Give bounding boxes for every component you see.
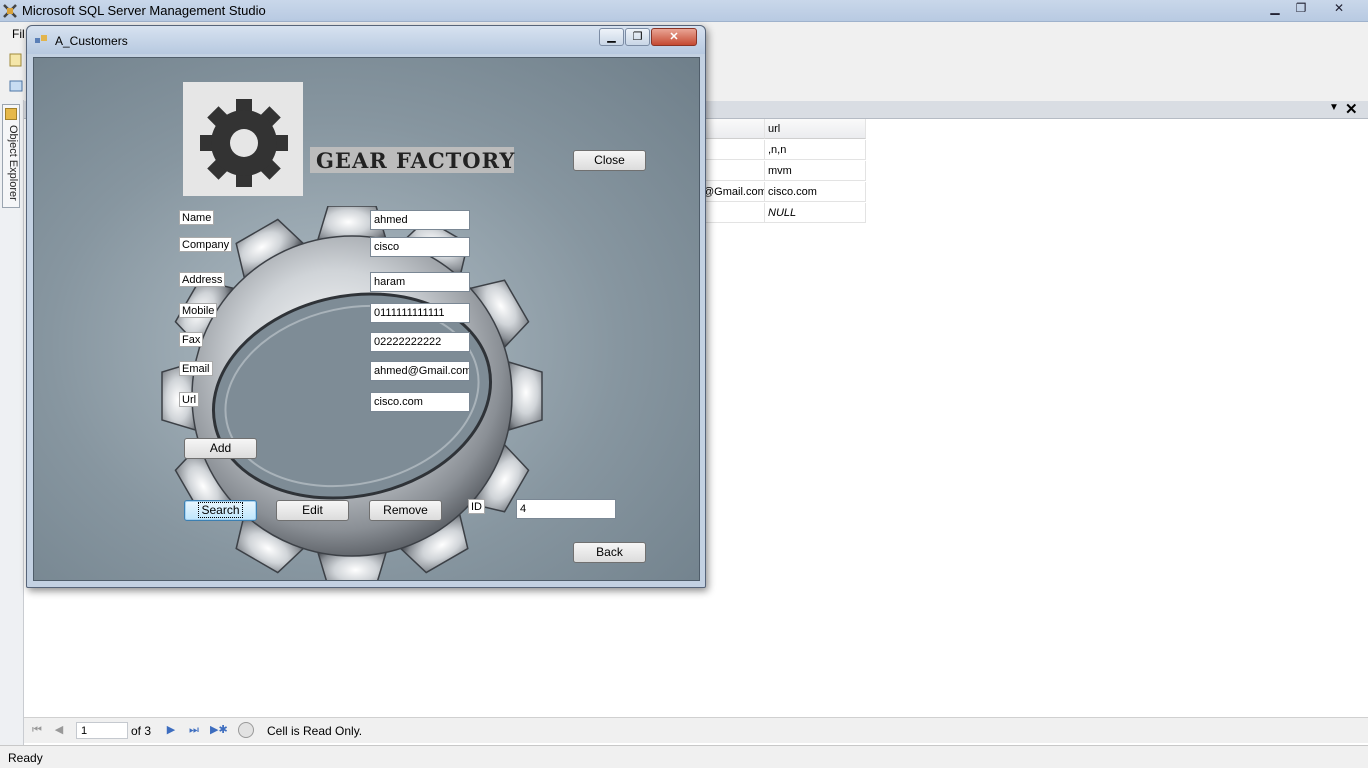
email-label: Email [179, 361, 213, 376]
fax-label: Fax [179, 332, 204, 347]
search-button-label: Search [198, 502, 243, 518]
remove-button[interactable]: Remove [369, 500, 442, 521]
email-field[interactable]: ahmed@Gmail.com [370, 361, 470, 381]
close-document-icon[interactable]: ✕ [1345, 100, 1358, 118]
previous-record-icon[interactable]: ◀ [52, 723, 66, 737]
results-navigation-bar: ⏮ ◀ 1 of 3 ▶ ⏭ ▶✱ Cell is Read Only. [24, 717, 1368, 743]
form-minimize-button[interactable]: ▁ [599, 28, 624, 46]
id-field[interactable]: 4 [516, 499, 616, 519]
company-field[interactable]: cisco [370, 237, 470, 257]
close-icon[interactable]: ✕ [1326, 1, 1352, 19]
id-label: ID [468, 499, 485, 514]
stop-icon[interactable] [238, 722, 254, 738]
form-client-area: GEAR FACTORY Close Name ahmed Company ci… [33, 57, 700, 581]
object-explorer-tab[interactable]: Object Explorer [2, 104, 20, 208]
form-title: A_Customers [55, 34, 128, 48]
ssms-title: Microsoft SQL Server Management Studio [22, 3, 266, 18]
grid-cell[interactable] [700, 161, 765, 181]
address-field[interactable]: haram [370, 272, 470, 292]
form-window-icon [35, 35, 47, 43]
next-record-icon[interactable]: ▶ [164, 723, 178, 737]
add-button[interactable]: Add [184, 438, 257, 459]
back-button[interactable]: Back [573, 542, 646, 563]
menu-file[interactable]: Fil [12, 27, 25, 41]
mobile-field[interactable]: 0111111111111 [370, 303, 470, 323]
form-close-button[interactable]: ✕ [651, 28, 697, 46]
form-title-bar[interactable]: A_Customers ▁ ❐ ✕ [27, 26, 705, 54]
edit-button[interactable]: Edit [276, 500, 349, 521]
new-record-icon[interactable]: ▶✱ [210, 723, 228, 737]
status-text: Ready [8, 751, 43, 765]
url-label: Url [179, 392, 200, 407]
object-explorer-label: Object Explorer [7, 125, 19, 201]
grid-cell[interactable]: cisco.com [765, 182, 866, 202]
brand-title: GEAR FACTORY [310, 147, 514, 173]
last-record-icon[interactable]: ⏭ [187, 723, 201, 737]
page-number-input[interactable]: 1 [76, 722, 128, 739]
grid-cell-null[interactable]: NULL [765, 203, 866, 223]
gear-logo [183, 82, 303, 196]
mobile-label: Mobile [179, 303, 218, 318]
grid-header-email[interactable] [700, 119, 765, 139]
grid-cell[interactable]: mvm [765, 161, 866, 181]
gear-icon [200, 99, 288, 187]
fax-field[interactable]: 02222222222 [370, 332, 470, 352]
status-bar: Ready [0, 745, 1368, 768]
name-label: Name [179, 210, 215, 225]
object-explorer-toolbar-icon[interactable] [8, 78, 24, 94]
new-query-icon[interactable] [8, 52, 24, 68]
grid-cell[interactable]: @Gmail.com [700, 182, 765, 202]
grid-cell[interactable]: ,n,n [765, 140, 866, 160]
ssms-app-icon [3, 4, 17, 18]
object-explorer-icon [5, 108, 17, 120]
cell-status-message: Cell is Read Only. [267, 724, 363, 738]
url-field[interactable]: cisco.com [370, 392, 470, 412]
first-record-icon[interactable]: ⏮ [30, 723, 44, 737]
dropdown-arrow-icon[interactable]: ▼ [1329, 102, 1339, 113]
maximize-icon[interactable]: ❐ [1288, 1, 1314, 19]
address-label: Address [179, 272, 226, 287]
ssms-title-bar: Microsoft SQL Server Management Studio ▁… [0, 0, 1368, 22]
form-maximize-button[interactable]: ❐ [625, 28, 650, 46]
name-field[interactable]: ahmed [370, 210, 470, 230]
search-button[interactable]: Search [184, 500, 257, 521]
close-button[interactable]: Close [573, 150, 646, 171]
page-count: of 3 [131, 724, 152, 738]
gear-background-icon [161, 206, 543, 580]
grid-cell[interactable] [700, 203, 765, 223]
grid-header-url[interactable]: url [765, 119, 866, 139]
minimize-icon[interactable]: ▁ [1262, 1, 1288, 19]
customers-form-window: A_Customers ▁ ❐ ✕ GEAR FACTORY Close Nam… [26, 25, 706, 588]
company-label: Company [179, 237, 233, 252]
grid-cell[interactable] [700, 140, 765, 160]
